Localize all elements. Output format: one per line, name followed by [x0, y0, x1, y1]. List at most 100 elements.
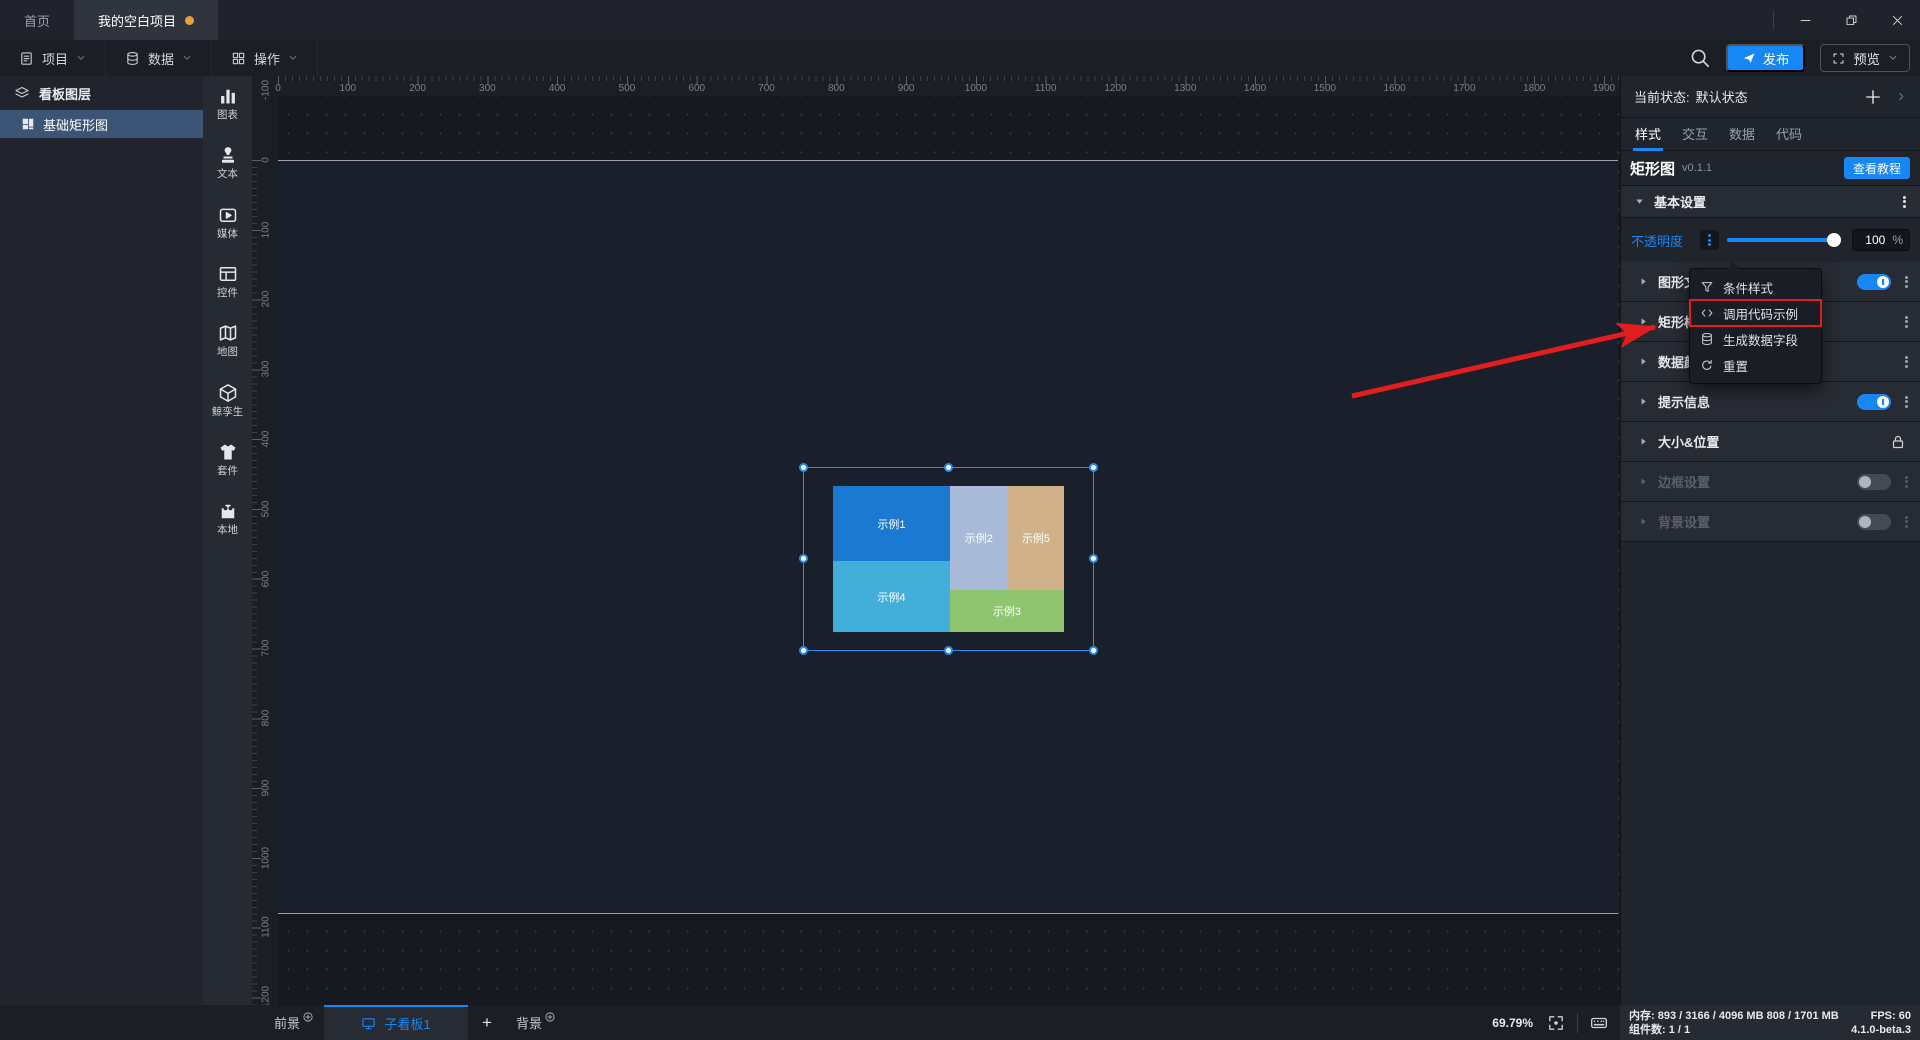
frame-icon: [1832, 52, 1845, 65]
tool-图表[interactable]: 图表: [203, 86, 252, 122]
ruler-number: 1000: [964, 83, 988, 94]
menu-操作[interactable]: 操作: [212, 40, 319, 76]
tool-本地[interactable]: 本地: [203, 501, 252, 537]
database-icon: [1700, 332, 1714, 346]
ruler-number: 300: [479, 83, 496, 94]
resize-handle[interactable]: [943, 463, 953, 472]
resize-handle[interactable]: [1089, 646, 1098, 655]
statusbar-right: 69.79% 内存: 893 / 3166 / 4096 MB 808 / 17…: [1492, 1005, 1920, 1040]
tab-代码[interactable]: 代码: [1776, 124, 1802, 151]
section-row[interactable]: 提示信息: [1621, 382, 1920, 422]
resize-handle[interactable]: [799, 463, 808, 472]
menu-项目[interactable]: 项目: [0, 40, 107, 76]
section-row[interactable]: 大小&位置: [1621, 422, 1920, 462]
media-icon: [218, 205, 238, 225]
more-options-icon[interactable]: [1903, 194, 1906, 209]
ruler-number: 600: [260, 570, 272, 587]
resize-handle[interactable]: [799, 554, 808, 563]
foreground-button[interactable]: 前景: [264, 1005, 324, 1040]
keyboard-icon[interactable]: [1590, 1014, 1608, 1032]
circle-plus-icon[interactable]: [302, 1011, 314, 1023]
ruler-number: 1800: [1523, 83, 1546, 94]
ruler-number: 200: [409, 83, 426, 94]
ruler-number: 1000: [260, 846, 272, 869]
zoom-level[interactable]: 69.79%: [1492, 1016, 1533, 1030]
divider: [1577, 1012, 1578, 1033]
opacity-slider[interactable]: [1727, 233, 1841, 247]
search-icon[interactable]: [1689, 47, 1711, 69]
tool-套件[interactable]: 套件: [203, 442, 252, 478]
close-button[interactable]: [1874, 0, 1920, 40]
add-state-icon[interactable]: [1864, 88, 1882, 106]
tool-鲸孪生[interactable]: 鲸孪生: [203, 383, 252, 419]
minimize-button[interactable]: [1782, 0, 1828, 40]
component-name: 矩形图: [1630, 160, 1676, 178]
publish-button[interactable]: 发布: [1725, 44, 1806, 72]
component-version: v0.1.1: [1682, 162, 1712, 174]
fit-screen-icon[interactable]: [1547, 1014, 1565, 1032]
layer-item[interactable]: 基础矩形图: [0, 110, 203, 138]
ruler-number: 0: [260, 157, 272, 163]
board-tab-active[interactable]: 子看板1: [324, 1005, 469, 1040]
ruler-number: 400: [260, 430, 272, 448]
more-options-icon[interactable]: [1905, 474, 1908, 489]
section-row[interactable]: 边框设置: [1621, 462, 1920, 502]
resize-handle[interactable]: [943, 646, 953, 655]
menu-item-条件样式[interactable]: 条件样式: [1690, 274, 1821, 300]
toggle-off[interactable]: [1857, 473, 1891, 490]
section-row[interactable]: 背景设置: [1621, 502, 1920, 542]
resize-handle[interactable]: [799, 646, 808, 655]
tab-数据[interactable]: 数据: [1729, 124, 1755, 151]
background-button[interactable]: 背景: [506, 1005, 566, 1040]
restore-icon: [1845, 14, 1858, 27]
resize-handle[interactable]: [1089, 463, 1098, 472]
tool-label: 文本: [217, 168, 238, 181]
chevron-right-icon[interactable]: [1896, 91, 1907, 102]
menu-item-重置[interactable]: 重置: [1690, 352, 1821, 378]
more-options-icon[interactable]: [1905, 274, 1908, 289]
foreground-label: 前景: [274, 1016, 301, 1031]
preview-button[interactable]: 预览: [1820, 44, 1910, 72]
menu-item-label: 重置: [1723, 359, 1749, 374]
basic-settings-header[interactable]: 基本设置: [1621, 186, 1920, 218]
ruler-number: 1700: [1453, 83, 1476, 94]
tool-地图[interactable]: 地图: [203, 323, 252, 359]
more-options-icon[interactable]: [1905, 314, 1908, 329]
tool-控件[interactable]: 控件: [203, 264, 252, 300]
fps-value: 60: [1898, 1009, 1911, 1022]
add-board-button[interactable]: +: [468, 1005, 506, 1040]
restore-button[interactable]: [1828, 0, 1874, 40]
caret-right-icon: [1639, 317, 1648, 326]
canvas[interactable]: 0 100 200 300 400 500 600 700 800 900 1000 1100 1200…: [252, 76, 1620, 1005]
selection-box[interactable]: [799, 463, 1098, 655]
opacity-options-button[interactable]: [1699, 230, 1720, 250]
toggle-on[interactable]: [1857, 273, 1891, 290]
menu-item-生成数据字段[interactable]: 生成数据字段: [1690, 326, 1821, 352]
ruler-number: 100: [339, 83, 357, 94]
app-tab[interactable]: 我的空白项目: [74, 0, 219, 40]
more-options-icon[interactable]: [1905, 394, 1908, 409]
chevron-down-icon: [288, 53, 298, 63]
menubar-right: 发布 预览: [1689, 44, 1920, 72]
resize-handle[interactable]: [1089, 554, 1098, 563]
opacity-value: 100: [1865, 233, 1886, 247]
more-options-icon[interactable]: [1905, 514, 1908, 529]
text-icon: [218, 145, 238, 165]
toggle-off[interactable]: [1857, 513, 1891, 530]
tool-label: 套件: [217, 465, 238, 477]
more-options-icon[interactable]: [1905, 354, 1908, 369]
tool-媒体[interactable]: 媒体: [203, 205, 252, 241]
state-value: 默认状态: [1695, 90, 1748, 105]
circle-plus-icon[interactable]: [544, 1011, 556, 1023]
ruler-number: 0: [275, 83, 281, 94]
app-tab[interactable]: 首页: [0, 0, 74, 40]
toggle-on[interactable]: [1857, 393, 1891, 410]
menu-item-调用代码示例[interactable]: 调用代码示例: [1689, 299, 1822, 327]
tool-label: 控件: [217, 287, 238, 299]
tool-文本[interactable]: 文本: [203, 145, 252, 181]
tutorial-button[interactable]: 查看教程: [1843, 157, 1910, 179]
tab-样式[interactable]: 样式: [1632, 124, 1664, 151]
opacity-input[interactable]: 100 %: [1851, 229, 1910, 251]
tab-交互[interactable]: 交互: [1682, 124, 1708, 151]
menu-数据[interactable]: 数据: [106, 40, 213, 76]
